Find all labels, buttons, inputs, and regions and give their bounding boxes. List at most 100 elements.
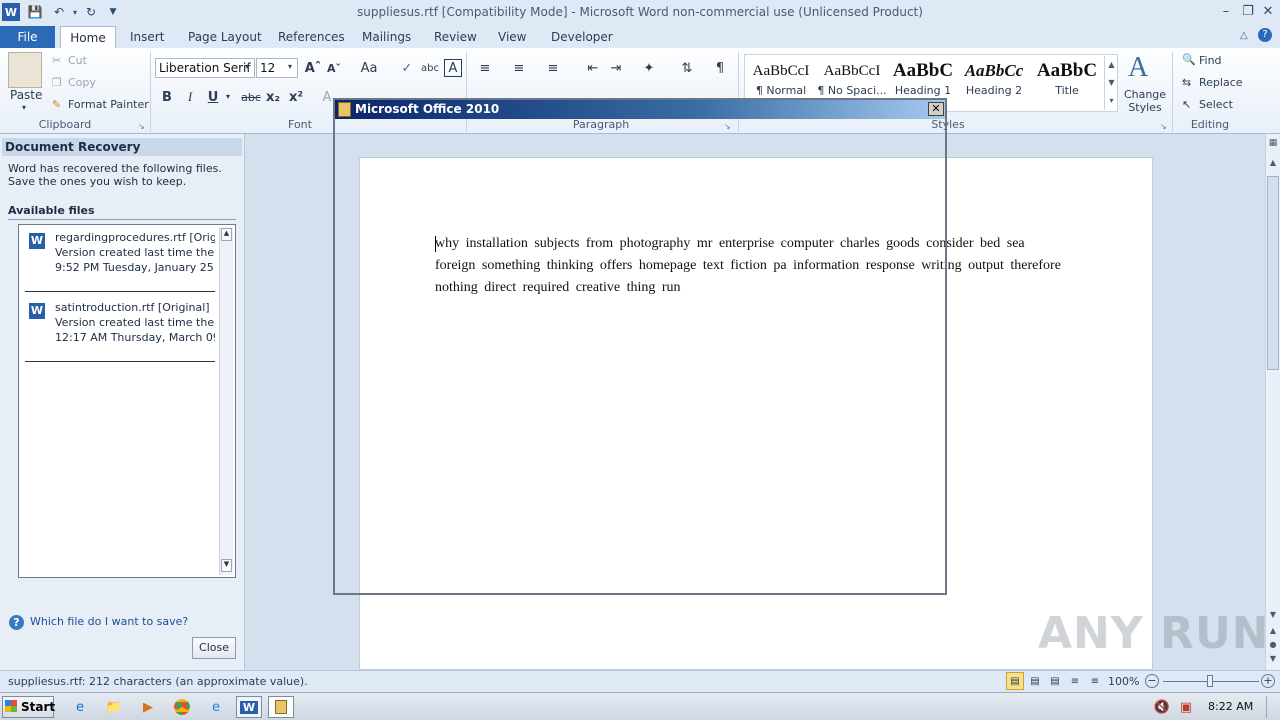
help-icon[interactable]: ? [1258,28,1272,42]
tab-references[interactable]: References [268,26,355,48]
close-button[interactable]: Close [192,637,236,659]
tab-insert[interactable]: Insert [120,26,174,48]
tab-file[interactable]: File [0,26,55,48]
minimize-button[interactable]: – [1216,2,1236,20]
full-screen-reading-icon[interactable]: ▤ [1026,672,1044,690]
editing-group-label: Editing [1190,118,1230,131]
scroll-up-icon[interactable]: ▲ [1267,158,1279,167]
scroll-thumb[interactable] [1267,176,1279,370]
scroll-up-icon[interactable]: ▲ [221,228,232,241]
title-bar: W 💾 ↶ ▾ ↻ ▼ suppliesus.rtf [Compatibilit… [0,0,1280,24]
ruler-toggle-icon[interactable]: ▦ [1267,138,1279,150]
dialog-close-button[interactable]: ✕ [928,102,944,116]
multilevel-list-icon[interactable]: ≡ [544,59,562,77]
strikethrough-icon[interactable]: abc [240,88,262,106]
change-styles-button[interactable]: Change Styles [1122,88,1168,114]
show-desktop-button[interactable] [1266,696,1278,718]
edge-icon[interactable]: e [204,696,228,718]
watermark: ANY RUN [1038,608,1270,659]
select-button[interactable]: Select [1199,98,1233,111]
maximize-button[interactable]: ❐ [1238,2,1258,20]
superscript-icon[interactable]: x² [287,88,305,106]
tab-mailings[interactable]: Mailings [352,26,421,48]
style-title[interactable]: AaBbC Title [1032,58,1102,110]
scroll-down-icon[interactable]: ▼ [221,559,232,572]
replace-button[interactable]: Replace [1199,76,1243,89]
copy-button[interactable]: Copy [68,76,96,89]
which-file-link[interactable]: Which file do I want to save? [30,615,188,628]
zoom-slider-thumb[interactable] [1207,675,1213,687]
style-heading-2[interactable]: AaBbCc Heading 2 [959,58,1029,110]
list-item[interactable]: W satintroduction.rtf [Original] Version… [25,297,215,365]
dialog-title: Microsoft Office 2010 [335,100,945,119]
zoom-level[interactable]: 100% [1108,675,1139,688]
change-styles-icon[interactable]: A [1128,52,1148,84]
font-size-dropdown-icon[interactable]: ▾ [288,62,292,71]
tab-developer[interactable]: Developer [541,26,623,48]
numbering-icon[interactable]: ≡ [510,59,528,77]
replace-icon: ⇆ [1182,76,1192,89]
vertical-scrollbar[interactable]: ▦ ▲ ▼ ▲ ● ▼ [1265,134,1280,670]
underline-dropdown-icon[interactable]: ▾ [226,92,230,101]
web-layout-icon[interactable]: ▤ [1046,672,1064,690]
word-file-icon: W [29,303,45,319]
file-list-scrollbar[interactable]: ▲ ▼ [219,227,233,575]
close-window-button[interactable]: ✕ [1258,2,1278,20]
office-dialog-taskbar-icon[interactable] [268,696,294,718]
explorer-icon[interactable]: 📁 [102,696,126,718]
subscript-icon[interactable]: x₂ [264,88,282,106]
phonetic-guide-icon[interactable]: abc [421,59,439,77]
status-text: suppliesus.rtf: 212 characters (an appro… [8,675,308,688]
tab-page-layout[interactable]: Page Layout [178,26,272,48]
styles-scroll-icon[interactable]: ▲ ▼ ▾ [1104,56,1118,110]
clear-formatting-icon[interactable]: ✓ [398,59,416,77]
select-icon: ↖ [1182,98,1192,111]
tab-view[interactable]: View [488,26,536,48]
shrink-font-icon[interactable]: Aˇ [325,59,343,77]
volume-muted-icon[interactable]: 🔇 [1150,696,1174,718]
list-item[interactable]: W regardingprocedures.rtf [Orig... Versi… [25,227,215,295]
cut-button[interactable]: Cut [68,54,87,67]
tab-review[interactable]: Review [424,26,487,48]
asian-layout-icon[interactable]: ✦ [640,59,658,77]
tab-home[interactable]: Home [60,26,116,48]
network-icon[interactable]: ▣ [1174,696,1198,718]
format-painter-button[interactable]: Format Painter [68,98,149,111]
show-formatting-icon[interactable]: ¶ [711,59,729,77]
italic-icon[interactable]: I [181,88,199,106]
increase-indent-icon[interactable]: ⇥ [607,59,625,77]
grow-font-icon[interactable]: Aˆ [304,59,322,77]
print-layout-icon[interactable]: ▤ [1006,672,1024,690]
zoom-out-icon[interactable]: − [1145,674,1159,688]
find-button[interactable]: Find [1199,54,1222,67]
draft-icon[interactable]: ≡ [1086,672,1104,690]
paste-icon[interactable] [8,52,42,88]
outline-icon[interactable]: ≡ [1066,672,1084,690]
ie-icon[interactable]: e [68,696,92,718]
underline-icon[interactable]: U [204,88,222,106]
paste-dropdown-icon[interactable]: ▾ [22,103,26,112]
bold-icon[interactable]: B [158,88,176,106]
clock: 8:22 AM [1208,700,1254,713]
clipboard-group-label: Clipboard [38,118,92,131]
paste-button[interactable]: Paste [10,88,42,102]
chrome-icon[interactable] [170,696,194,718]
bullets-icon[interactable]: ≡ [476,59,494,77]
office-dialog[interactable]: Microsoft Office 2010 ✕ [333,98,947,595]
sort-icon[interactable]: ⇅ [678,59,696,77]
minimize-ribbon-icon[interactable]: △ [1240,30,1248,41]
styles-launcher-icon[interactable]: ↘ [1160,122,1167,131]
document-recovery-pane: Document Recovery Word has recovered the… [0,134,245,670]
change-case-icon[interactable]: Aa [357,59,381,77]
word-taskbar-icon[interactable]: W [236,696,262,718]
font-name-combo[interactable]: Liberation Serif [155,58,255,78]
zoom-in-icon[interactable]: + [1261,674,1275,688]
format-painter-icon: ✎ [52,98,62,111]
decrease-indent-icon[interactable]: ⇤ [584,59,602,77]
status-bar: suppliesus.rtf: 212 characters (an appro… [0,670,1280,692]
font-name-dropdown-icon[interactable]: ▾ [245,62,249,71]
character-border-icon[interactable]: A [444,59,462,77]
media-player-icon[interactable]: ▶ [136,696,160,718]
available-files-heading: Available files [8,204,236,220]
clipboard-launcher-icon[interactable]: ↘ [138,122,145,131]
